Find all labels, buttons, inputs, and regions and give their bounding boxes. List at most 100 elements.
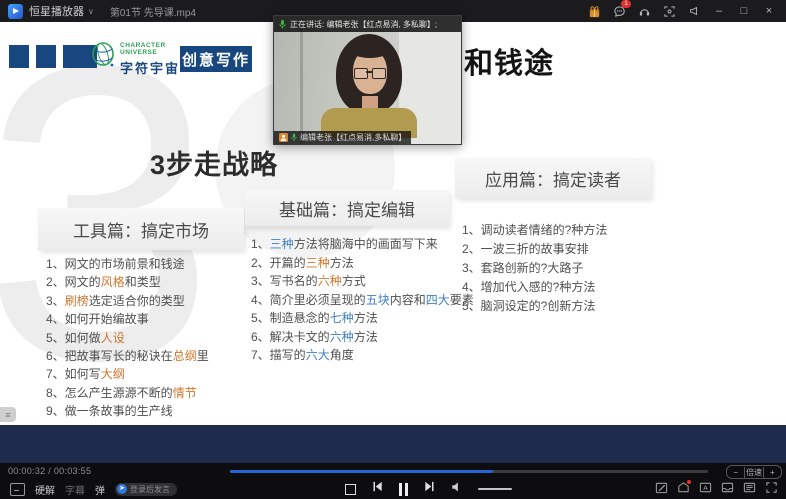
webcam-overlay[interactable]: 正在讲话: 编辑老张【红点易消, 多私聊】; 编辑老张【红点易消,多私聊】 <box>273 15 462 145</box>
speed-label[interactable]: 倍速 <box>744 467 763 478</box>
list-item: 4、如何开始编故事 <box>46 310 244 328</box>
subtitle-toggle[interactable]: 字幕 <box>65 482 85 497</box>
mini-player-icon[interactable] <box>10 483 25 496</box>
login-to-comment-button[interactable]: ➤ 登录后发言 <box>115 483 177 496</box>
red-dot-badge <box>687 480 691 484</box>
app-name[interactable]: 恒星播放器 <box>29 3 84 19</box>
speaker-name-label: 编辑老张【红点易消,多私聊】 <box>274 131 411 144</box>
update-icon[interactable] <box>677 481 690 494</box>
list-item: 7、如何写大纲 <box>46 365 244 383</box>
column-list: 1、调动读者情绪的?种方法2、一波三折的故事安排3、套路创新的?大路子4、增加代… <box>455 221 651 316</box>
stop-button[interactable] <box>345 484 356 495</box>
presenter-glasses <box>354 68 368 79</box>
next-button[interactable] <box>423 480 436 498</box>
send-icon: ➤ <box>117 484 127 494</box>
column-header: 工具篇：搞定市场 <box>38 208 244 250</box>
list-item: 6、解决卡文的六种方法 <box>251 328 449 347</box>
list-item: 1、三种方法将脑海中的画面写下来 <box>251 235 449 254</box>
minimize-button[interactable]: – <box>712 5 726 17</box>
list-item: 2、开篇的三种方法 <box>251 254 449 273</box>
strategy-heading: 3步走战略 <box>150 143 278 182</box>
avatar-icon <box>279 133 288 142</box>
presenter-hair <box>350 42 390 58</box>
speaker-name-text: 编辑老张【红点易消,多私聊】 <box>300 132 406 143</box>
list-item: 9、做一条故事的生产线 <box>46 402 244 420</box>
brand-en: CHARACTER UNIVERSE <box>120 42 186 56</box>
brand-cn: 字符宇宙 <box>120 58 186 77</box>
column-tools: 工具篇：搞定市场 1、网文的市场前景和钱途2、网文的风格和类型3、刷榜选定适合你… <box>38 208 244 421</box>
list-item: 5、如何做人设 <box>46 329 244 347</box>
chevron-down-icon[interactable]: ∨ <box>88 7 94 16</box>
mic-icon <box>279 19 286 30</box>
list-item: 1、调动读者情绪的?种方法 <box>462 221 651 240</box>
column-list: 1、三种方法将脑海中的画面写下来2、开篇的三种方法3、写书名的六种方式4、简介里… <box>245 235 449 365</box>
headset-icon[interactable] <box>637 4 651 18</box>
notes-icon[interactable] <box>655 481 668 494</box>
mic-icon <box>291 133 297 142</box>
speed-plus-button[interactable]: + <box>764 467 781 478</box>
pause-button[interactable] <box>399 483 408 496</box>
column-header: 基础篇：搞定编辑 <box>245 190 449 226</box>
screenshot-icon[interactable] <box>662 4 676 18</box>
list-item: 6、把故事写长的秘诀在总纲里 <box>46 347 244 365</box>
speed-minus-button[interactable]: − <box>727 467 744 478</box>
video-filename: 第01节 先导课.mp4 <box>110 4 196 19</box>
list-item: 3、写书名的六种方式 <box>251 272 449 291</box>
svg-text:A: A <box>703 484 708 492</box>
progress-bar[interactable] <box>230 470 708 473</box>
globe-logo-icon <box>90 40 117 75</box>
time-display: 00:00:32 / 00:03:55 <box>8 466 91 476</box>
volume-icon[interactable] <box>451 480 463 498</box>
list-item: 1、网文的市场前景和钱途 <box>46 255 244 273</box>
hw-decode-toggle[interactable]: 硬解 <box>35 482 55 497</box>
volume-slider[interactable] <box>478 488 512 490</box>
playback-controls <box>345 479 512 499</box>
presenter-glasses <box>366 71 372 73</box>
letterbox-band <box>0 425 786 463</box>
subtitle-icon[interactable]: A <box>699 481 712 494</box>
progress-fill <box>230 470 493 473</box>
speaking-banner: 正在讲话: 编辑老张【红点易消, 多私聊】; <box>274 16 461 32</box>
drawer-icon[interactable] <box>721 481 734 494</box>
video-stage: 3 CHARACTER UNIVERSE 字符宇宙 创意写作 和钱途 3步走战略… <box>0 22 786 499</box>
titlebar-actions: 1 – □ × <box>587 4 786 18</box>
list-item: 2、一波三折的故事安排 <box>462 240 651 259</box>
close-button[interactable]: × <box>762 5 776 17</box>
maximize-button[interactable]: □ <box>737 5 751 17</box>
list-item: 3、套路创新的?大路子 <box>462 259 651 278</box>
list-item: 7、描写的六大角度 <box>251 346 449 365</box>
fullscreen-icon[interactable] <box>765 481 778 494</box>
player-controls: 00:00:32 / 00:03:55 − 倍速 + 硬解 字幕 弹 ➤ 登录后… <box>0 463 786 499</box>
list-item: 5、脑洞设定的?创新方法 <box>462 297 651 316</box>
presenter-glasses <box>372 68 386 79</box>
app-logo-icon[interactable] <box>8 4 23 19</box>
player-window: 恒星播放器 ∨ 第01节 先导课.mp4 1 – □ × <box>0 0 786 499</box>
gift-icon[interactable] <box>587 4 601 18</box>
previous-button[interactable] <box>371 480 384 498</box>
list-item: 4、简介里必须呈现的五块内容和四大要素 <box>251 291 449 310</box>
brand-text: CHARACTER UNIVERSE 字符宇宙 <box>120 42 186 77</box>
column-application: 应用篇：搞定读者 1、调动读者情绪的?种方法2、一波三折的故事安排3、套路创新的… <box>455 158 651 316</box>
creative-writing-tab: 创意写作 <box>180 46 252 72</box>
control-row: 硬解 字幕 弹 ➤ 登录后发言 <box>0 479 786 499</box>
playlist-icon[interactable] <box>743 481 756 494</box>
logo-bar <box>9 45 29 68</box>
megaphone-icon[interactable] <box>687 4 701 18</box>
speaking-banner-text: 正在讲话: 编辑老张【红点易消, 多私聊】; <box>290 19 437 30</box>
side-panel-handle[interactable]: ≡ <box>0 407 16 422</box>
login-pill-label: 登录后发言 <box>130 484 170 495</box>
slide-title-fragment: 和钱途 <box>464 40 554 82</box>
list-item: 4、增加代入感的?种方法 <box>462 278 651 297</box>
speed-control: − 倍速 + <box>726 465 782 479</box>
list-item: 3、刷榜选定适合你的类型 <box>46 292 244 310</box>
webcam-background <box>300 16 303 144</box>
messages-icon[interactable]: 1 <box>612 4 626 18</box>
logo-bar <box>36 45 56 68</box>
notification-badge: 1 <box>621 0 631 8</box>
danmaku-toggle[interactable]: 弹 <box>95 482 105 497</box>
right-controls: A <box>655 481 778 494</box>
column-list: 1、网文的市场前景和钱途2、网文的风格和类型3、刷榜选定适合你的类型4、如何开始… <box>38 255 244 421</box>
list-item: 5、制造悬念的七种方法 <box>251 309 449 328</box>
list-item: 8、怎么产生源源不断的情节 <box>46 384 244 402</box>
column-header: 应用篇：搞定读者 <box>455 158 651 198</box>
